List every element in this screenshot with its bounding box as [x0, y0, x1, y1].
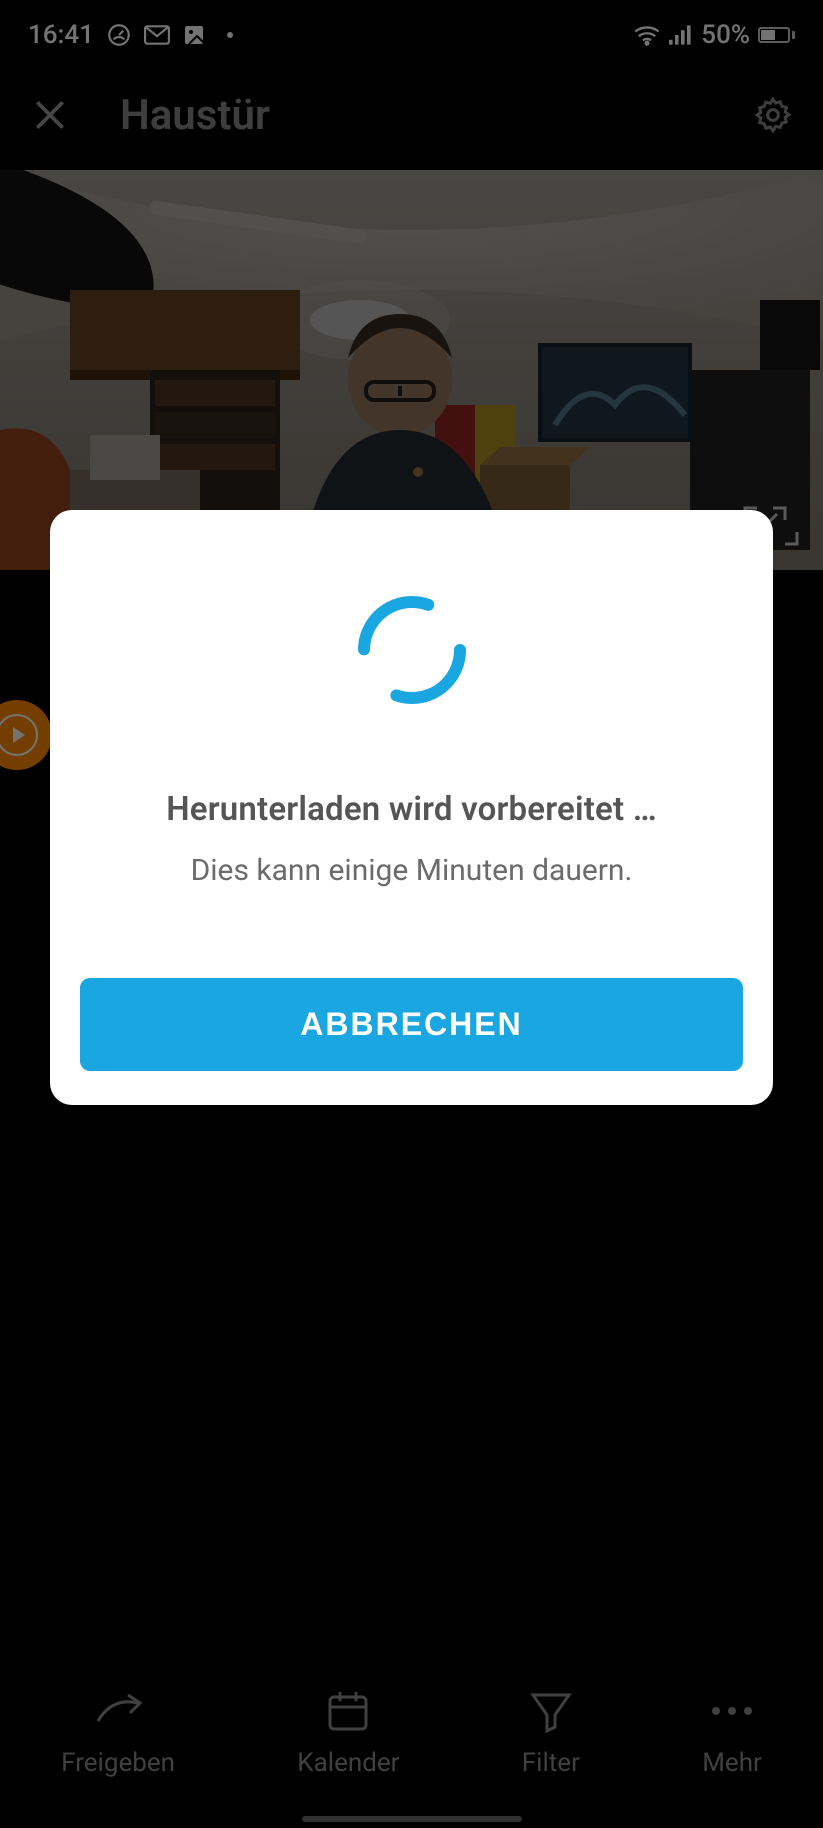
- cancel-button[interactable]: ABBRECHEN: [80, 978, 743, 1071]
- dialog-subtitle: Dies kann einige Minuten dauern.: [191, 853, 633, 888]
- dialog-title: Herunterladen wird vorbereitet …: [166, 790, 657, 829]
- download-dialog: Herunterladen wird vorbereitet … Dies ka…: [50, 510, 773, 1105]
- loading-spinner-icon: [352, 590, 472, 710]
